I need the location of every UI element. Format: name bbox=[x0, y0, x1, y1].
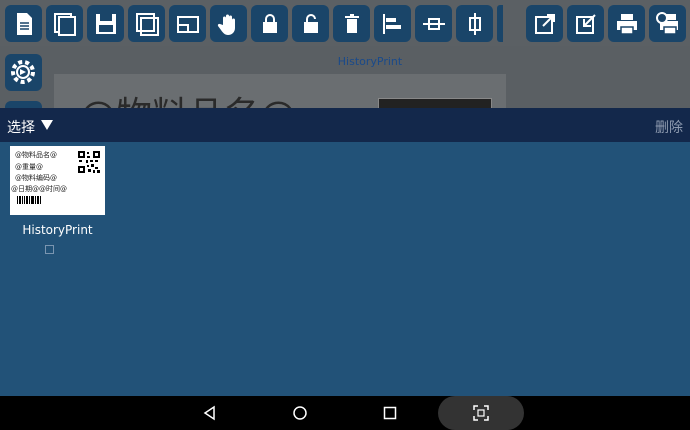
thumbnail-line: @物料编码@ bbox=[15, 174, 57, 182]
thumbnail-line: @重量@ bbox=[15, 163, 43, 171]
align-left-icon[interactable] bbox=[374, 5, 411, 42]
trash-icon[interactable] bbox=[333, 5, 370, 42]
thumbnail-line: @物料品名@ bbox=[15, 151, 57, 159]
hand-pan-icon[interactable] bbox=[210, 5, 247, 42]
import-icon[interactable] bbox=[567, 5, 604, 42]
label-canvas: @物料品名@ bbox=[54, 74, 506, 108]
copy-icon[interactable] bbox=[46, 5, 83, 42]
lock-icon[interactable] bbox=[251, 5, 288, 42]
select-dropdown-label[interactable]: 选择 bbox=[7, 117, 35, 137]
template-thumbnail[interactable]: @物料品名@ @重量@ @物料编码@ @日期@@时间@ bbox=[10, 146, 105, 215]
screenshot-button[interactable] bbox=[438, 396, 524, 430]
canvas-qr-code bbox=[378, 98, 492, 108]
new-file-icon[interactable] bbox=[5, 5, 42, 42]
thumbnail-line: @日期@@时间@ bbox=[11, 185, 67, 193]
system-nav-bar bbox=[0, 396, 690, 430]
duplicate-icon[interactable] bbox=[128, 5, 165, 42]
back-icon[interactable] bbox=[200, 396, 220, 430]
frame-icon[interactable] bbox=[169, 5, 206, 42]
save-icon[interactable] bbox=[87, 5, 124, 42]
caret-down-icon[interactable] bbox=[41, 120, 53, 130]
template-list: @物料品名@ @重量@ @物料编码@ @日期@@时间@ HistoryPrint bbox=[0, 142, 690, 396]
dialog-header: 选择 删除 bbox=[0, 108, 690, 142]
settings-gear-icon[interactable] bbox=[5, 54, 42, 91]
template-name[interactable]: HistoryPrint bbox=[0, 223, 115, 237]
screenshot-icon[interactable] bbox=[471, 396, 491, 430]
print-icon[interactable] bbox=[608, 5, 645, 42]
unlock-icon[interactable] bbox=[292, 5, 329, 42]
barcode-icon bbox=[17, 196, 41, 204]
toolbar-overflow-edge bbox=[497, 5, 503, 42]
qr-code-icon bbox=[78, 151, 100, 173]
delete-button[interactable]: 删除 bbox=[655, 117, 683, 137]
canvas-title: HistoryPrint bbox=[337, 55, 403, 68]
print-settings-icon[interactable] bbox=[649, 5, 686, 42]
align-center-horizontal-icon[interactable] bbox=[415, 5, 452, 42]
toolbar bbox=[0, 0, 690, 46]
item-checkbox[interactable] bbox=[45, 245, 54, 254]
canvas-preview-text: @物料品名@ bbox=[80, 86, 296, 108]
home-icon[interactable] bbox=[290, 396, 310, 430]
align-center-vertical-icon[interactable] bbox=[456, 5, 493, 42]
export-icon[interactable] bbox=[526, 5, 563, 42]
recents-icon[interactable] bbox=[380, 396, 400, 430]
